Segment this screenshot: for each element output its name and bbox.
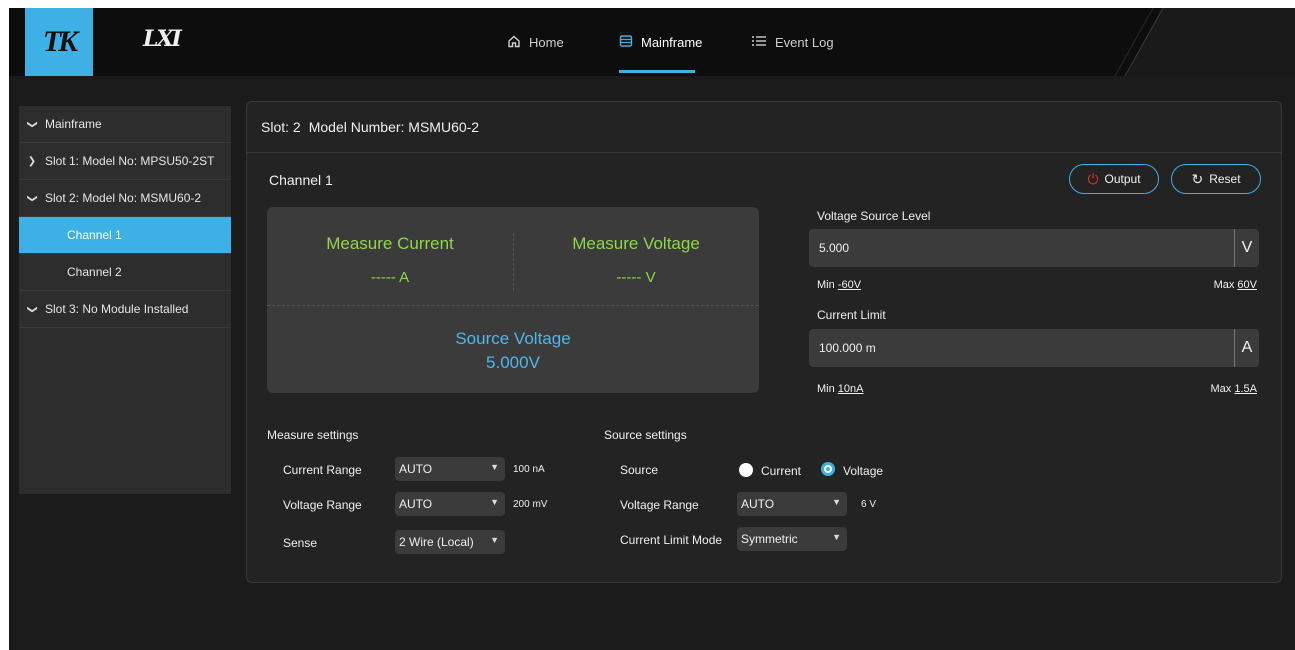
sense-label: Sense [283,536,318,550]
reset-button[interactable]: ↻ Reset [1171,164,1261,194]
nav-home[interactable]: Home [507,8,564,76]
measure-voltage-range-value: AUTO [399,497,433,511]
measure-voltage-range-label: Voltage Range [283,498,362,512]
nav-mainframe-label: Mainframe [641,34,703,50]
nav-event-log-label: Event Log [775,34,834,50]
current-min-link[interactable]: 10nA [838,383,864,395]
current-min: Min 10nA [817,383,864,395]
measure-current-label: Measure Current [326,234,454,253]
measurement-display: Measure Current ----- A Measure Voltage … [267,207,759,393]
sidebar-item-label: Channel 2 [67,265,122,279]
source-current-radio[interactable] [739,463,753,477]
chevron-down-icon: ▼ [490,535,499,545]
output-button-label: Output [1104,172,1141,186]
source-voltage-range-value: AUTO [741,497,775,511]
current-limit-value: 100.000 m [819,341,876,355]
voltage-unit: V [1234,229,1259,267]
source-voltage-range-hint: 6 V [861,499,877,510]
current-limit-mode-value: Symmetric [741,532,798,546]
current-unit: A [1234,329,1259,367]
top-bar: TK LXI Home Mainframe Event Log [9,8,1295,76]
header-decoration [1114,8,1295,76]
list-icon [751,34,767,51]
voltage-source-level-value: 5.000 [819,241,850,255]
channel-title: Channel 1 [269,172,333,188]
sidebar-item-slot-3[interactable]: ❯ Slot 3: No Module Installed [19,291,231,328]
panel-icon [619,34,633,51]
source-voltage-value: 5.000V [486,353,540,372]
chevron-down-icon: ▼ [832,532,841,542]
sense-select[interactable]: 2 Wire (Local) ▼ [395,530,505,554]
measure-voltage-label: Measure Voltage [572,234,700,253]
chevron-down-icon: ▼ [832,497,841,507]
panel-header: Slot: 2 Model Number: MSMU60-2 [247,102,1281,153]
output-button[interactable]: ⏻ Output [1069,164,1159,194]
chevron-right-icon: ❯ [27,155,37,167]
current-range-select[interactable]: AUTO ▼ [395,457,505,481]
sidebar-item-slot-2[interactable]: ❯ Slot 2: Model No: MSMU60-2 [19,180,231,217]
channel-panel: Slot: 2 Model Number: MSMU60-2 Channel 1… [246,101,1282,583]
voltage-source-level-label: Voltage Source Level [817,209,931,223]
nav-active-indicator [619,70,695,73]
app-frame: TK LXI Home Mainframe Event Log ❯ Mainfr… [9,8,1295,650]
source-settings-title: Source settings [604,428,687,442]
sidebar-item-channel-1[interactable]: Channel 1 [19,217,231,254]
current-range-hint: 100 nA [513,464,545,475]
source-voltage-radio[interactable] [821,462,835,476]
current-limit-label: Current Limit [817,308,886,322]
sidebar-item-channel-2[interactable]: Channel 2 [19,254,231,291]
chevron-down-icon: ❯ [26,193,38,203]
sidebar-item-mainframe[interactable]: ❯ Mainframe [19,106,231,143]
reset-button-label: Reset [1209,172,1241,186]
chevron-down-icon: ▼ [490,497,499,507]
measure-voltage-value: ----- V [616,269,656,286]
source-voltage-label: Source Voltage [455,329,571,348]
nav-home-label: Home [529,34,564,50]
reset-icon: ↻ [1191,170,1204,187]
sidebar-item-label: Slot 3: No Module Installed [45,302,189,316]
current-max-link[interactable]: 1.5A [1234,383,1257,395]
source-voltage-range-select[interactable]: AUTO ▼ [737,492,847,516]
measure-settings-title: Measure settings [267,428,359,442]
sidebar-item-slot-1[interactable]: ❯ Slot 1: Model No: MPSU50-2ST [19,143,231,180]
sidebar-item-label: Mainframe [45,117,102,131]
current-limit-mode-select[interactable]: Symmetric ▼ [737,527,847,551]
measure-voltage-range-hint: 200 mV [513,499,548,510]
voltage-max: Max 60V [1213,279,1257,291]
current-range-value: AUTO [399,462,433,476]
voltage-min-link[interactable]: -60V [838,279,861,291]
source-voltage-range-label: Voltage Range [620,498,699,512]
source-label: Source [620,463,659,477]
sidebar-item-label: Channel 1 [67,228,122,242]
lxi-logo: LXI [143,26,182,52]
sidebar-item-label: Slot 2: Model No: MSMU60-2 [45,191,202,205]
slot-label: Slot: 2 [261,119,301,135]
current-range-label: Current Range [283,463,362,477]
source-current-label: Current [761,464,802,478]
current-limit-input[interactable]: 100.000 m A [809,329,1259,367]
voltage-min: Min -60V [817,279,862,291]
source-voltage-label: Voltage [843,464,884,478]
sidebar-item-label: Slot 1: Model No: MPSU50-2ST [45,154,215,168]
nav-event-log[interactable]: Event Log [751,8,834,76]
power-icon: ⏻ [1087,170,1099,187]
current-max: Max 1.5A [1210,383,1257,395]
measure-voltage-range-select[interactable]: AUTO ▼ [395,492,505,516]
home-icon [507,34,521,51]
model-label: Model Number: MSMU60-2 [308,119,480,135]
current-limit-mode-label: Current Limit Mode [620,533,723,547]
voltage-source-level-input[interactable]: 5.000 V [809,229,1259,267]
nav-mainframe[interactable]: Mainframe [619,8,702,76]
chevron-down-icon: ▼ [490,462,499,472]
voltage-max-link[interactable]: 60V [1237,279,1257,291]
sidebar: ❯ Mainframe ❯ Slot 1: Model No: MPSU50-2… [19,106,231,494]
chevron-down-icon: ❯ [26,304,38,314]
chevron-down-icon: ❯ [26,119,38,129]
measure-current-value: ----- A [370,269,410,286]
tk-logo: TK [25,8,93,76]
sense-value: 2 Wire (Local) [399,535,474,549]
